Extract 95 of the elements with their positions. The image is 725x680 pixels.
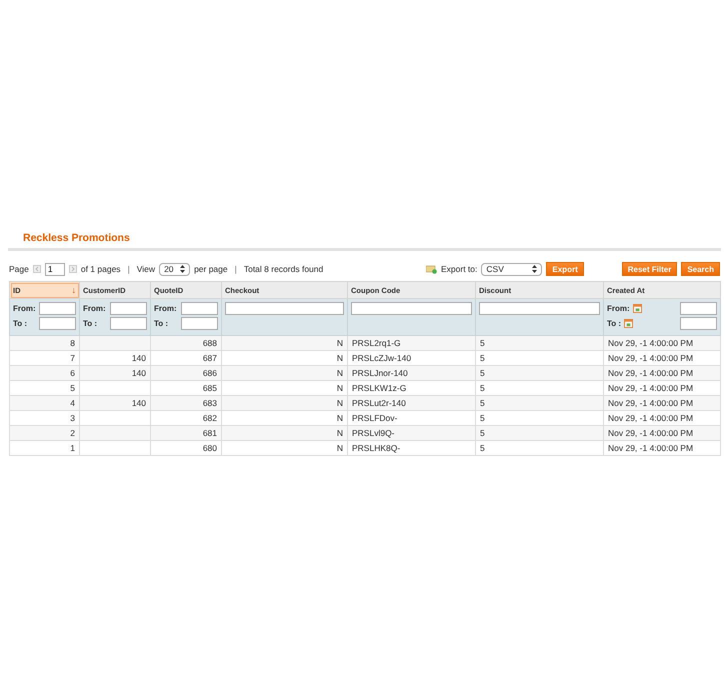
table-cell: PRSLcZJw-140 — [348, 350, 476, 366]
table-cell: 2 — [10, 426, 80, 440]
table-cell: 4 — [10, 396, 80, 410]
to-field[interactable] — [110, 317, 147, 330]
table-cell: N — [222, 440, 348, 456]
table-cell: N — [222, 426, 348, 440]
to-label: To : — [13, 319, 28, 328]
table-cell: PRSLut2r-140 — [348, 396, 476, 410]
table-cell: 5 — [476, 366, 604, 380]
table-cell: 5 — [476, 336, 604, 350]
export-label: Export to: — [441, 264, 478, 274]
table-cell: PRSLFDov- — [348, 410, 476, 426]
table-cell: Nov 29, -1 4:00:00 PM — [604, 350, 720, 366]
table-cell: 8 — [10, 336, 80, 350]
page-label: Page — [9, 264, 29, 274]
per-page-select[interactable]: 20 — [159, 262, 190, 276]
table-cell: N — [222, 350, 348, 366]
page-field[interactable]: 1 — [44, 262, 65, 276]
separator: | — [128, 264, 130, 274]
table-cell — [80, 440, 150, 456]
from-label: From: — [154, 304, 177, 313]
table-cell: PRSLKW1z-G — [348, 380, 476, 396]
table-cell — [80, 426, 150, 440]
table-cell: Nov 29, -1 4:00:00 PM — [604, 410, 720, 426]
table-cell: 681 — [150, 426, 222, 440]
table-cell: Nov 29, -1 4:00:00 PM — [604, 396, 720, 410]
table-cell: N — [222, 366, 348, 380]
table-cell: 686 — [150, 366, 222, 380]
table-cell: 685 — [150, 380, 222, 396]
filter-field[interactable] — [479, 302, 600, 315]
table-cell: N — [222, 410, 348, 426]
table-cell: 140 — [80, 366, 150, 380]
table-cell: 6 — [10, 366, 80, 380]
table-cell: 140 — [80, 350, 150, 366]
sort-arrow: ↓ — [72, 285, 76, 295]
to-label: To : — [607, 319, 622, 328]
table-cell: 5 — [476, 426, 604, 440]
table-cell: 140 — [80, 396, 150, 410]
calendar-icon[interactable] — [632, 304, 642, 313]
export-format-select[interactable]: CSV — [481, 262, 542, 276]
table-cell — [80, 410, 150, 426]
from-label: From: — [607, 304, 630, 313]
view-label: View — [136, 264, 156, 274]
updown-arrows-icon — [180, 265, 186, 273]
table-cell: 7 — [10, 350, 80, 366]
table-cell: 680 — [150, 440, 222, 456]
to-date-field[interactable] — [680, 317, 717, 330]
table-cell: Nov 29, -1 4:00:00 PM — [604, 380, 720, 396]
table-cell: 683 — [150, 396, 222, 410]
table-cell: 688 — [150, 336, 222, 350]
per-page-label: per page — [194, 264, 228, 274]
table-cell: 5 — [476, 410, 604, 426]
table-cell: 682 — [150, 410, 222, 426]
to-field[interactable] — [181, 317, 218, 330]
table-cell: PRSLHK8Q- — [348, 440, 476, 456]
page-count: of 1 pages — [80, 264, 121, 274]
to-label: To : — [154, 319, 168, 328]
table-cell: N — [222, 380, 348, 396]
table-cell: Nov 29, -1 4:00:00 PM — [604, 440, 720, 456]
to-label: To : — [83, 319, 98, 328]
table-cell: N — [222, 396, 348, 410]
table-cell: 3 — [10, 410, 80, 426]
table-cell: 5 — [476, 350, 604, 366]
next-page-icon[interactable] — [68, 265, 77, 273]
from-date-field[interactable] — [680, 302, 717, 315]
table-cell: 687 — [150, 350, 222, 366]
table-cell: PRSL2rq1-G — [348, 336, 476, 350]
from-field[interactable] — [181, 302, 218, 315]
table-cell: PRSLvl9Q- — [348, 426, 476, 440]
to-field[interactable] — [39, 317, 76, 330]
calendar-icon[interactable] — [624, 319, 634, 328]
table-cell: 5 — [476, 396, 604, 410]
from-field[interactable] — [39, 302, 76, 315]
table-cell — [80, 336, 150, 350]
updown-arrows-icon — [532, 265, 538, 273]
table-cell: 5 — [476, 380, 604, 396]
separator: | — [234, 264, 237, 274]
table-cell: 5 — [476, 440, 604, 456]
table-cell — [80, 380, 150, 396]
records-count: Total 8 records found — [244, 264, 324, 274]
table-cell: Nov 29, -1 4:00:00 PM — [604, 336, 720, 350]
table-cell: Nov 29, -1 4:00:00 PM — [604, 426, 720, 440]
filter-field[interactable] — [225, 302, 344, 315]
from-label: From: — [83, 304, 106, 313]
table-cell: N — [222, 336, 348, 350]
page-title: Reckless Promotions — [23, 232, 131, 244]
previous-page-icon[interactable] — [32, 265, 41, 273]
export-icon — [426, 264, 437, 274]
table-cell: 1 — [10, 440, 80, 456]
table-cell: Nov 29, -1 4:00:00 PM — [604, 366, 720, 380]
table-cell: 5 — [10, 380, 80, 396]
from-label: From: — [13, 304, 36, 313]
table-cell: PRSLJnor-140 — [348, 366, 476, 380]
filter-field[interactable] — [351, 302, 472, 315]
from-field[interactable] — [110, 302, 147, 315]
